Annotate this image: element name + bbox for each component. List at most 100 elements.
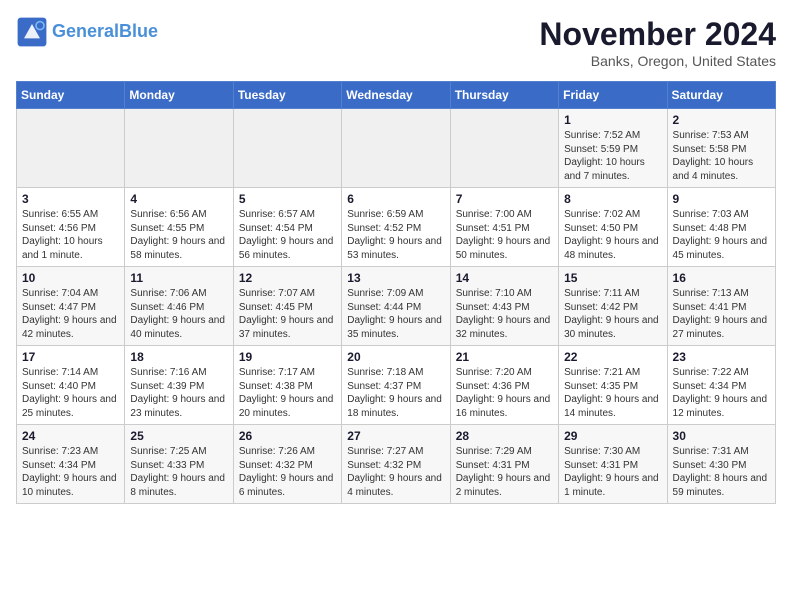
day-info: Sunrise: 7:11 AM Sunset: 4:42 PM Dayligh… [564,287,661,341]
calendar-header-sunday: Sunday [17,82,125,109]
day-number: 6 [347,192,444,206]
day-number: 22 [564,350,661,364]
day-info: Sunrise: 7:17 AM Sunset: 4:38 PM Dayligh… [239,366,336,420]
calendar-header-row: SundayMondayTuesdayWednesdayThursdayFrid… [17,82,776,109]
calendar-cell: 13 Sunrise: 7:09 AM Sunset: 4:44 PM Dayli… [342,267,450,346]
day-info: Sunrise: 7:18 AM Sunset: 4:37 PM Dayligh… [347,366,444,420]
day-info: Sunrise: 7:04 AM Sunset: 4:47 PM Dayligh… [22,287,119,341]
calendar-cell: 17Sunrise: 7:14 AM Sunset: 4:40 PM Dayli… [17,346,125,425]
day-number: 16 [673,271,770,285]
calendar-week-4: 17Sunrise: 7:14 AM Sunset: 4:40 PM Dayli… [17,346,776,425]
calendar-cell: 1 Sunrise: 7:52 AM Sunset: 5:59 PM Daylig… [559,109,667,188]
day-info: Sunrise: 6:56 AM Sunset: 4:55 PM Dayligh… [130,208,227,262]
calendar-cell: 5Sunrise: 6:57 AM Sunset: 4:54 PM Daylig… [233,188,341,267]
calendar-week-1: 1 Sunrise: 7:52 AM Sunset: 5:59 PM Daylig… [17,109,776,188]
day-number: 19 [239,350,336,364]
day-number: 2 [673,113,770,127]
day-info: Sunrise: 7:23 AM Sunset: 4:34 PM Dayligh… [22,445,119,499]
day-info: Sunrise: 7:16 AM Sunset: 4:39 PM Dayligh… [130,366,227,420]
calendar-cell: 3 Sunrise: 6:55 AM Sunset: 4:56 PM Daylig… [17,188,125,267]
day-number: 3 [22,192,119,206]
calendar-cell: 20 Sunrise: 7:18 AM Sunset: 4:37 PM Dayli… [342,346,450,425]
day-info: Sunrise: 7:25 AM Sunset: 4:33 PM Dayligh… [130,445,227,499]
calendar-header-thursday: Thursday [450,82,558,109]
day-number: 26 [239,429,336,443]
calendar-cell: 2 Sunrise: 7:53 AM Sunset: 5:58 PM Daylig… [667,109,775,188]
day-info: Sunrise: 7:07 AM Sunset: 4:45 PM Dayligh… [239,287,336,341]
day-info: Sunrise: 7:20 AM Sunset: 4:36 PM Dayligh… [456,366,553,420]
day-info: Sunrise: 7:21 AM Sunset: 4:35 PM Dayligh… [564,366,661,420]
calendar-cell: 29 Sunrise: 7:30 AM Sunset: 4:31 PM Dayli… [559,425,667,504]
day-number: 23 [673,350,770,364]
day-info: Sunrise: 7:26 AM Sunset: 4:32 PM Dayligh… [239,445,336,499]
calendar-cell: 28 Sunrise: 7:29 AM Sunset: 4:31 PM Dayli… [450,425,558,504]
calendar-cell: 25 Sunrise: 7:25 AM Sunset: 4:33 PM Dayli… [125,425,233,504]
logo-text-line1: GeneralBlue [52,22,158,42]
day-info: Sunrise: 7:30 AM Sunset: 4:31 PM Dayligh… [564,445,661,499]
day-info: Sunrise: 7:29 AM Sunset: 4:31 PM Dayligh… [456,445,553,499]
calendar-cell: 14Sunrise: 7:10 AM Sunset: 4:43 PM Dayli… [450,267,558,346]
calendar-cell [450,109,558,188]
day-info: Sunrise: 7:22 AM Sunset: 4:34 PM Dayligh… [673,366,770,420]
day-number: 27 [347,429,444,443]
calendar-cell: 12 Sunrise: 7:07 AM Sunset: 4:45 PM Dayli… [233,267,341,346]
calendar-cell: 9 Sunrise: 7:03 AM Sunset: 4:48 PM Daylig… [667,188,775,267]
day-info: Sunrise: 7:53 AM Sunset: 5:58 PM Dayligh… [673,129,770,183]
day-number: 9 [673,192,770,206]
day-info: Sunrise: 7:06 AM Sunset: 4:46 PM Dayligh… [130,287,227,341]
calendar-cell: 18 Sunrise: 7:16 AM Sunset: 4:39 PM Dayli… [125,346,233,425]
logo-icon [16,16,48,48]
calendar-table: SundayMondayTuesdayWednesdayThursdayFrid… [16,81,776,504]
day-number: 15 [564,271,661,285]
day-number: 18 [130,350,227,364]
calendar-cell: 19 Sunrise: 7:17 AM Sunset: 4:38 PM Dayli… [233,346,341,425]
page-title: November 2024 [539,16,776,53]
calendar-cell [342,109,450,188]
day-info: Sunrise: 6:55 AM Sunset: 4:56 PM Dayligh… [22,208,119,262]
calendar-header-wednesday: Wednesday [342,82,450,109]
day-number: 8 [564,192,661,206]
calendar-cell: 15 Sunrise: 7:11 AM Sunset: 4:42 PM Dayli… [559,267,667,346]
day-number: 5 [239,192,336,206]
calendar-cell: 11 Sunrise: 7:06 AM Sunset: 4:46 PM Dayli… [125,267,233,346]
day-number: 11 [130,271,227,285]
day-info: Sunrise: 6:59 AM Sunset: 4:52 PM Dayligh… [347,208,444,262]
day-number: 14 [456,271,553,285]
day-number: 7 [456,192,553,206]
calendar-cell: 24 Sunrise: 7:23 AM Sunset: 4:34 PM Dayli… [17,425,125,504]
calendar-cell [17,109,125,188]
calendar-header-monday: Monday [125,82,233,109]
calendar-cell: 7Sunrise: 7:00 AM Sunset: 4:51 PM Daylig… [450,188,558,267]
calendar-header-friday: Friday [559,82,667,109]
day-number: 25 [130,429,227,443]
calendar-cell: 26 Sunrise: 7:26 AM Sunset: 4:32 PM Dayli… [233,425,341,504]
calendar-cell: 4 Sunrise: 6:56 AM Sunset: 4:55 PM Daylig… [125,188,233,267]
day-info: Sunrise: 7:02 AM Sunset: 4:50 PM Dayligh… [564,208,661,262]
calendar-week-2: 3 Sunrise: 6:55 AM Sunset: 4:56 PM Daylig… [17,188,776,267]
day-info: Sunrise: 7:14 AM Sunset: 4:40 PM Dayligh… [22,366,119,420]
calendar-cell [125,109,233,188]
day-info: Sunrise: 7:03 AM Sunset: 4:48 PM Dayligh… [673,208,770,262]
day-number: 20 [347,350,444,364]
calendar-header-saturday: Saturday [667,82,775,109]
day-info: Sunrise: 7:09 AM Sunset: 4:44 PM Dayligh… [347,287,444,341]
day-number: 1 [564,113,661,127]
day-number: 4 [130,192,227,206]
day-info: Sunrise: 7:31 AM Sunset: 4:30 PM Dayligh… [673,445,770,499]
day-number: 21 [456,350,553,364]
day-info: Sunrise: 7:52 AM Sunset: 5:59 PM Dayligh… [564,129,661,183]
day-number: 28 [456,429,553,443]
day-number: 24 [22,429,119,443]
day-number: 29 [564,429,661,443]
day-number: 13 [347,271,444,285]
calendar-cell: 30Sunrise: 7:31 AM Sunset: 4:30 PM Dayli… [667,425,775,504]
day-number: 12 [239,271,336,285]
calendar-header-tuesday: Tuesday [233,82,341,109]
calendar-cell: 21 Sunrise: 7:20 AM Sunset: 4:36 PM Dayli… [450,346,558,425]
title-area: November 2024 Banks, Oregon, United Stat… [539,16,776,69]
day-info: Sunrise: 7:13 AM Sunset: 4:41 PM Dayligh… [673,287,770,341]
calendar-cell: 6 Sunrise: 6:59 AM Sunset: 4:52 PM Daylig… [342,188,450,267]
calendar-week-5: 24 Sunrise: 7:23 AM Sunset: 4:34 PM Dayli… [17,425,776,504]
calendar-cell: 10Sunrise: 7:04 AM Sunset: 4:47 PM Dayli… [17,267,125,346]
page-header: GeneralBlue November 2024 Banks, Oregon,… [16,16,776,69]
